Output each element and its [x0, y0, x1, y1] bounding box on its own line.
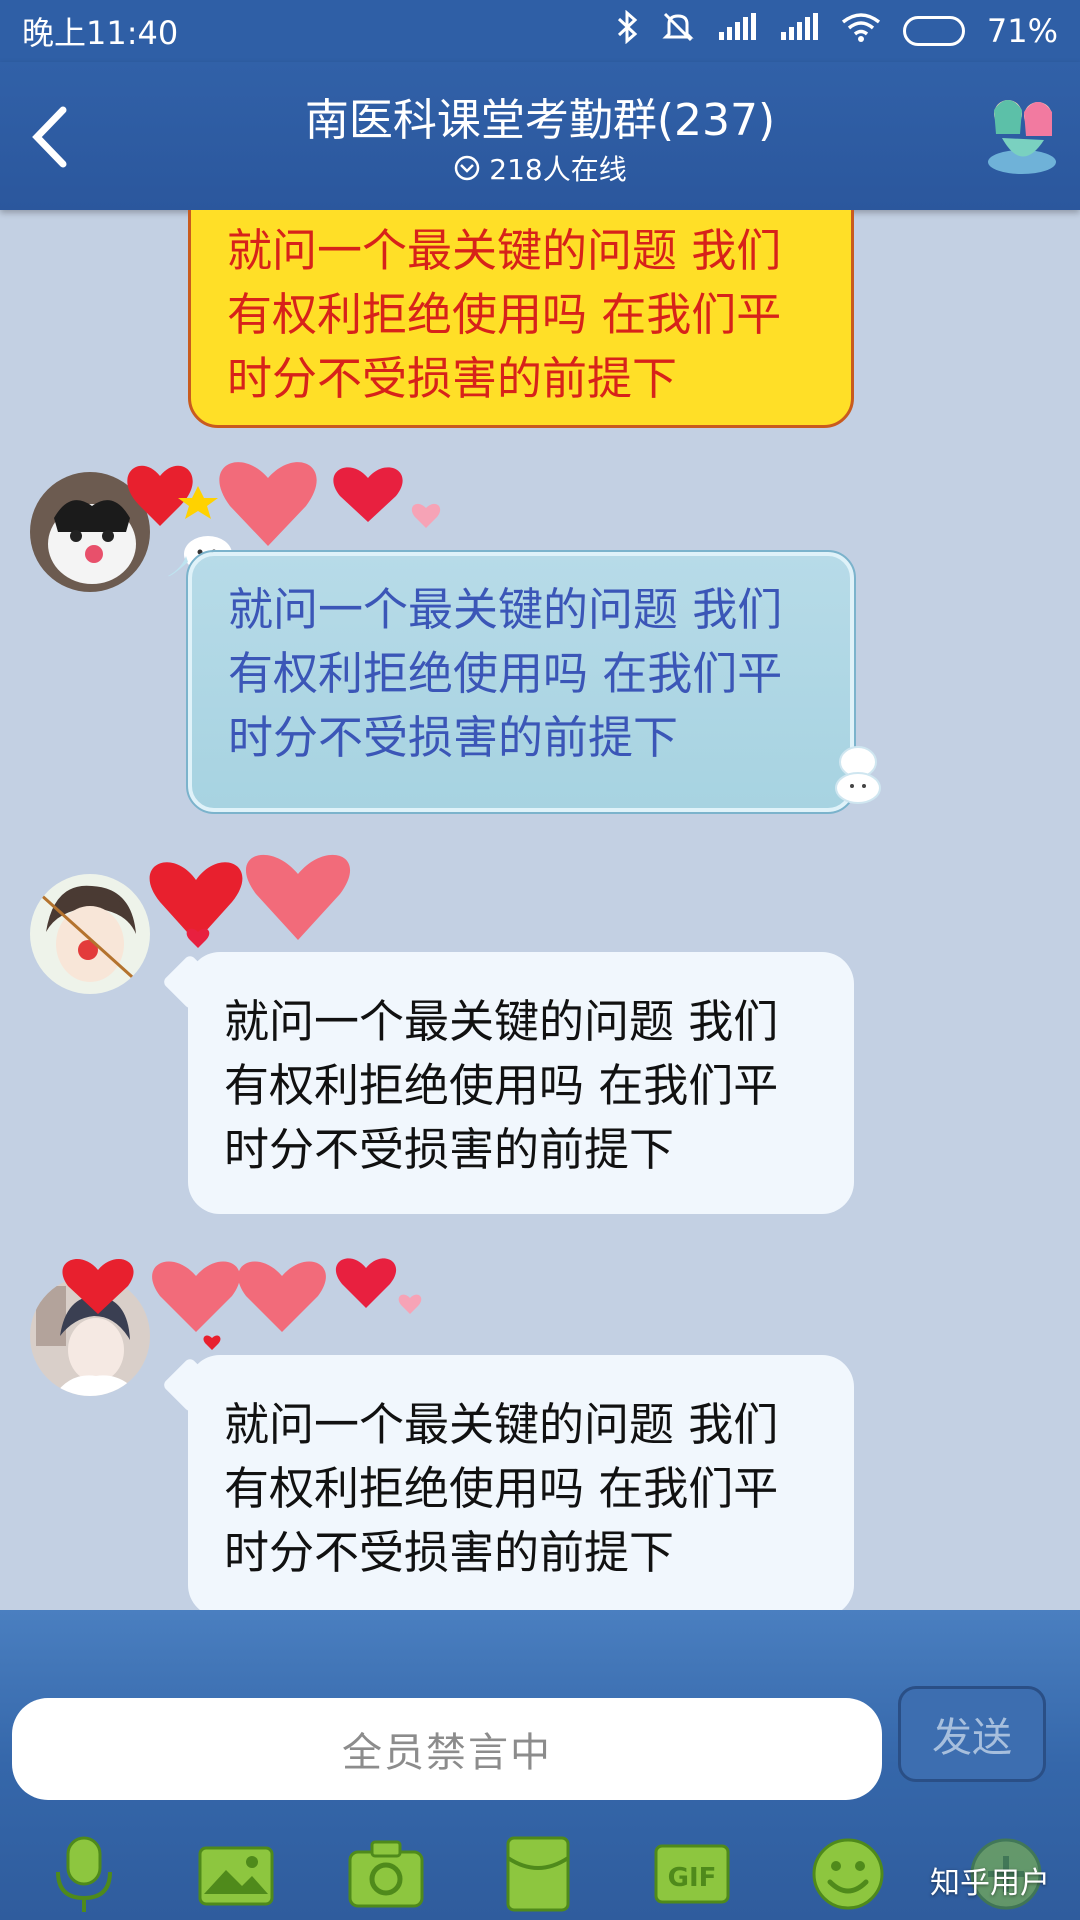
chevron-left-icon [32, 106, 67, 168]
status-bar: 晚上11:40 71% [0, 0, 1080, 62]
chevron-down-circle-icon [455, 155, 480, 181]
input-toolbar: GIF [0, 1816, 1080, 1920]
chat-area[interactable]: 就问一个最关键的问题 我们有权利拒绝使用吗 在我们平时分不受损害的前提下 就问一… [0, 210, 1080, 1610]
bluetooth-icon [617, 9, 639, 52]
camera-icon[interactable] [346, 1834, 426, 1914]
message-bubble[interactable]: 就问一个最关键的问题 我们有权利拒绝使用吗 在我们平时分不受损害的前提下 [188, 952, 854, 1214]
watermark: 知乎用户 [930, 1866, 1050, 1901]
gif-icon[interactable]: GIF [652, 1834, 732, 1914]
send-button[interactable]: 发送 [898, 1686, 1046, 1782]
online-count[interactable]: 218人在线 [150, 148, 930, 188]
chat-header: 南医科课堂考勤群(237) 218人在线 [0, 62, 1080, 210]
emoji-icon[interactable] [808, 1834, 888, 1914]
photo-icon[interactable] [196, 1834, 276, 1914]
signal-icon [717, 12, 757, 50]
input-placeholder: 全员禁言中 [342, 1730, 552, 1776]
status-time: 晚上11:40 [22, 14, 179, 52]
decoration-hearts [100, 850, 520, 960]
wifi-icon [841, 12, 881, 50]
back-button[interactable] [14, 98, 84, 176]
group-title[interactable]: 南医科课堂考勤群(237) [150, 84, 930, 148]
message-bubble[interactable]: 就问一个最关键的问题 我们有权利拒绝使用吗 在我们平时分不受损害的前提下 [186, 550, 856, 814]
status-icons: 71% [617, 9, 1058, 52]
message-input[interactable]: 全员禁言中 [12, 1698, 882, 1800]
bubble-mascot-icon [835, 746, 881, 804]
signal-icon-2 [779, 12, 819, 50]
online-count-label: 218人在线 [489, 153, 627, 186]
message-bubble[interactable]: 就问一个最关键的问题 我们有权利拒绝使用吗 在我们平时分不受损害的前提下 [188, 1355, 854, 1610]
message-bubble[interactable]: 就问一个最关键的问题 我们有权利拒绝使用吗 在我们平时分不受损害的前提下 [188, 210, 854, 428]
mute-bell-icon [661, 10, 695, 52]
decoration-hearts [100, 446, 520, 556]
battery-percent: 71% [986, 12, 1058, 50]
decoration-hearts [56, 1246, 516, 1356]
group-mascot-icon[interactable] [974, 84, 1070, 180]
red-packet-icon[interactable] [498, 1834, 578, 1914]
input-panel: 全员禁言中 发送 GIF 知乎用户 [0, 1610, 1080, 1920]
microphone-icon[interactable] [44, 1834, 124, 1914]
svg-text:GIF: GIF [668, 1863, 717, 1893]
battery-icon [902, 16, 965, 46]
